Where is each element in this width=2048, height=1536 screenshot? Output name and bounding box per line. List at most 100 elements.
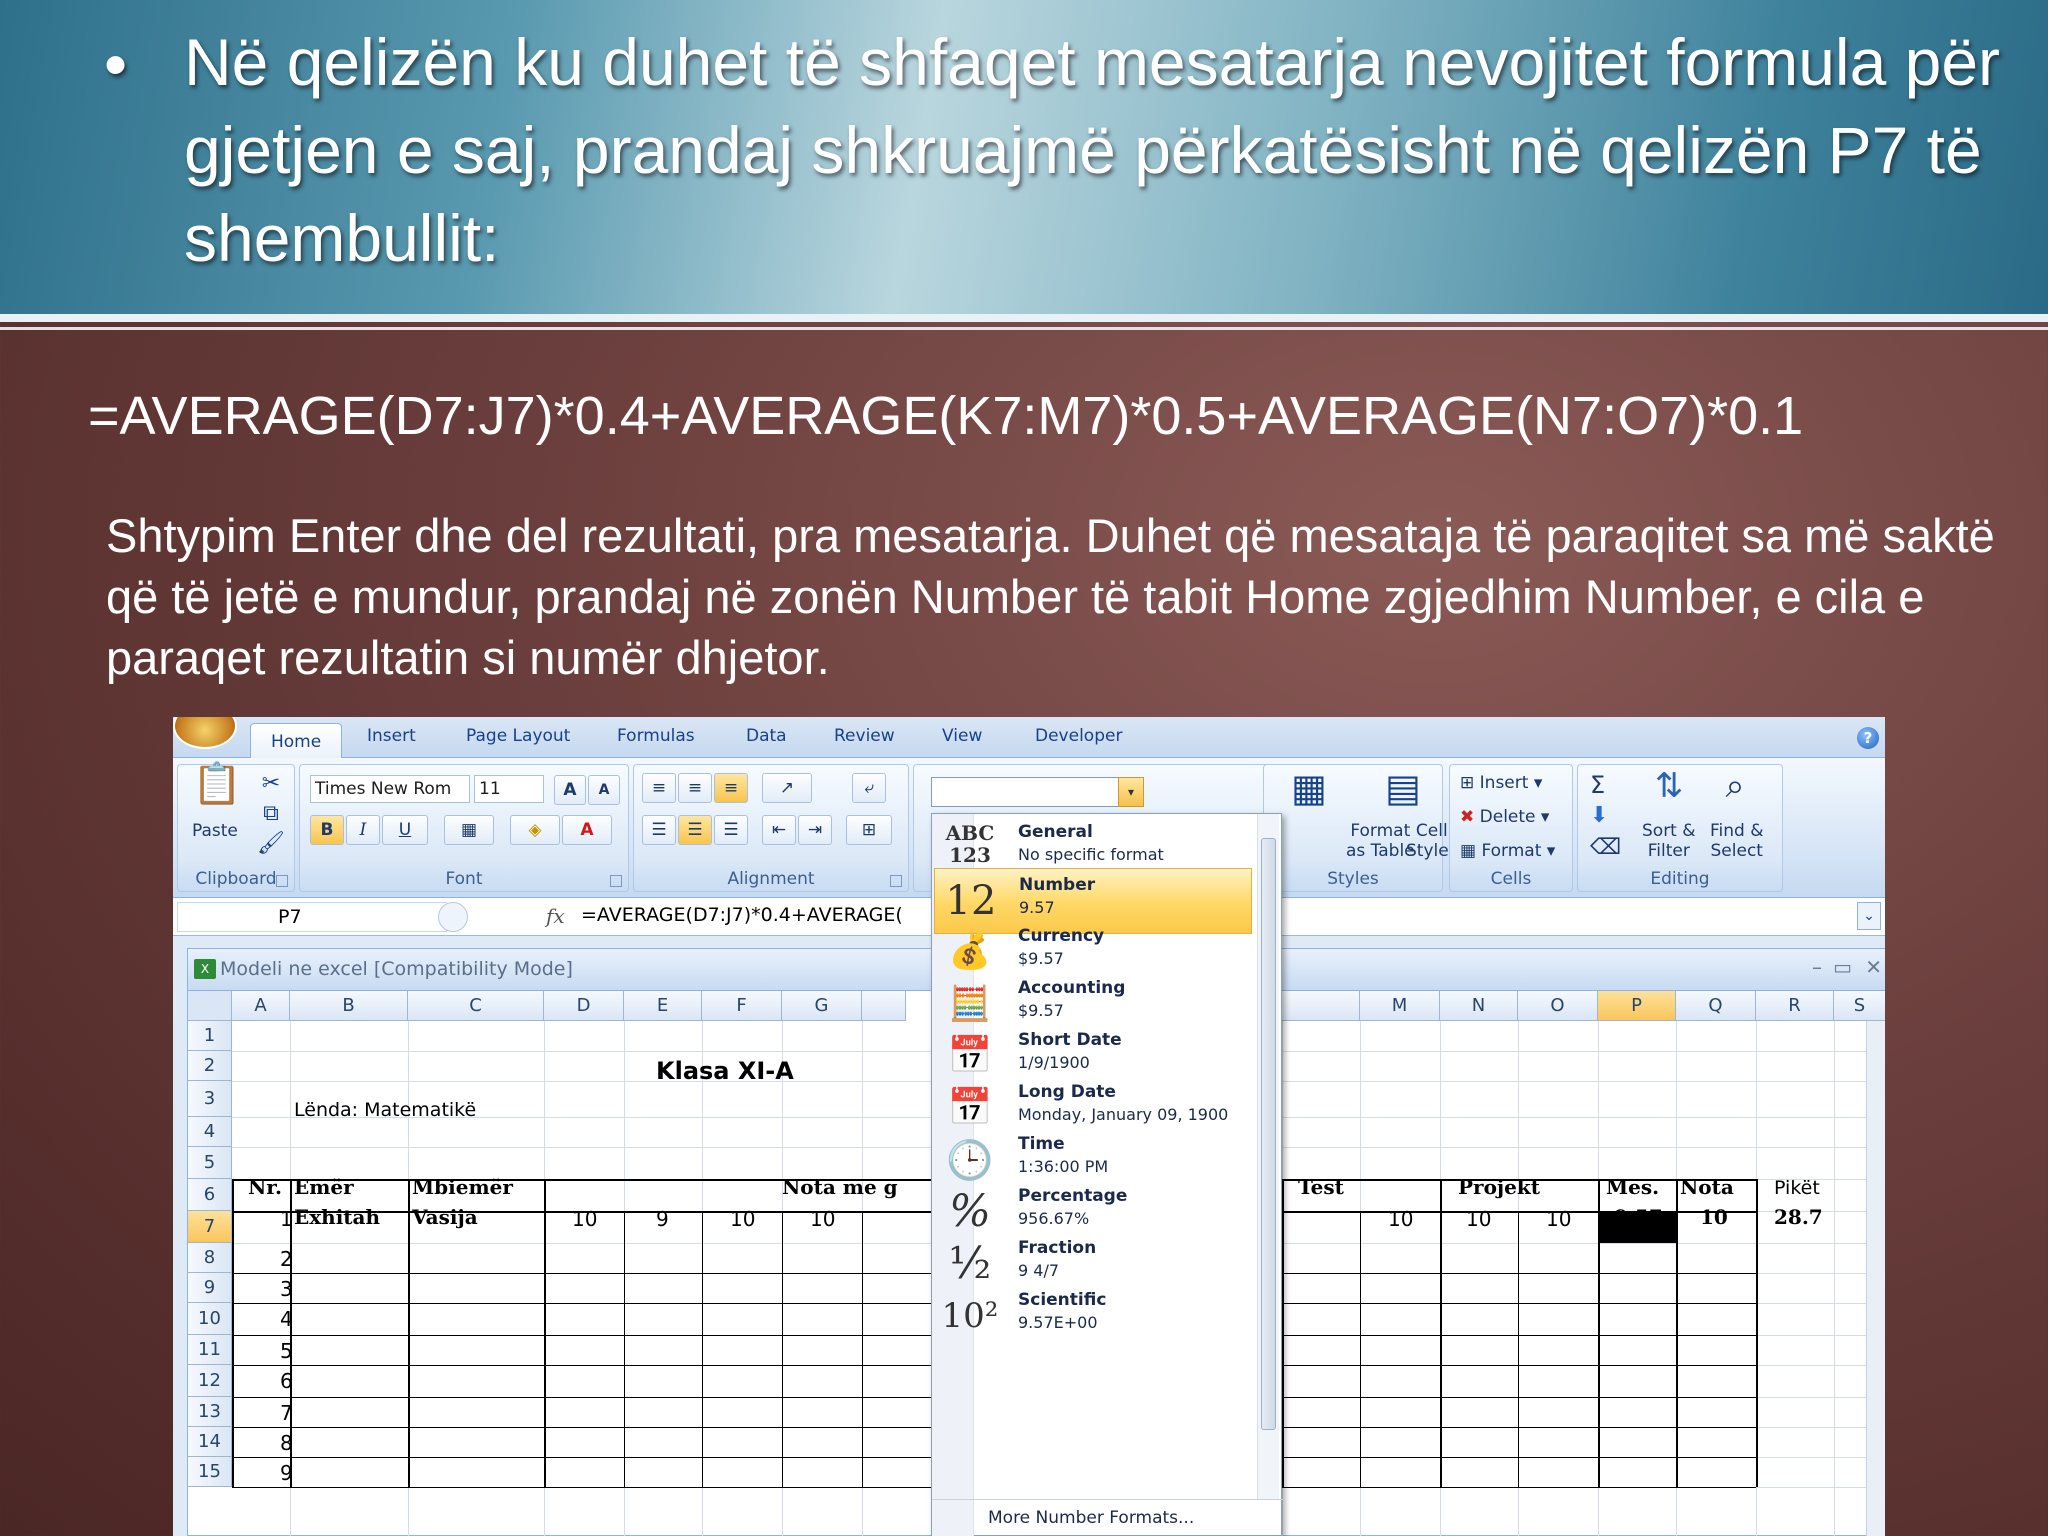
find-select-icon[interactable]: ⌕ [1710,769,1760,815]
row-header-2[interactable]: 2 [188,1051,232,1081]
row-header-12[interactable]: 12 [188,1365,232,1397]
sort-filter-icon[interactable]: ⇅ [1644,769,1694,815]
increase-indent-icon[interactable]: ⇥ [798,815,832,845]
cell-b7[interactable]: Exhitah [294,1205,380,1229]
tab-formulas[interactable]: Formulas [617,726,695,746]
font-launcher-icon[interactable] [610,875,622,887]
grow-font-button[interactable]: A [554,775,586,805]
col-header-m[interactable]: M [1360,991,1440,1021]
row-header-7[interactable]: 7 [188,1211,232,1243]
dropdown-scrollbar[interactable] [1257,814,1279,1499]
tab-insert[interactable]: Insert [367,726,416,746]
number-format-item-scientific[interactable]: 10² Scientific 9.57E+00 [934,1284,1252,1350]
format-as-table-button[interactable]: Format as Table [1346,821,1415,861]
close-icon[interactable]: ✕ [1865,955,1882,979]
row-header-14[interactable]: 14 [188,1427,232,1457]
cell-q7[interactable]: 10 [1700,1205,1728,1229]
cut-icon[interactable]: ✂ [256,769,286,799]
row-header-6[interactable]: 6 [188,1179,232,1211]
align-right-icon[interactable]: ☰ [714,815,748,845]
select-all-corner[interactable] [188,991,232,1021]
col-header-h[interactable] [862,991,906,1021]
row-header-11[interactable]: 11 [188,1335,232,1365]
more-number-formats-link[interactable]: More Number Formats... [988,1508,1194,1528]
insert-function-icon[interactable]: fx [546,904,565,928]
cell-r7[interactable]: 28.7 [1774,1205,1823,1229]
wrap-text-icon[interactable]: ⤶ [852,773,886,803]
col-header-q[interactable]: Q [1676,991,1756,1021]
align-left-icon[interactable]: ☰ [642,815,676,845]
dropdown-scroll-thumb[interactable] [1261,838,1276,1430]
col-header-c[interactable]: C [408,991,544,1021]
orientation-icon[interactable]: ↗ [762,773,812,803]
number-format-combo[interactable] [931,777,1141,807]
col-header-r[interactable]: R [1756,991,1834,1021]
alignment-launcher-icon[interactable] [890,875,902,887]
italic-button[interactable]: I [346,815,380,845]
row-header-9[interactable]: 9 [188,1273,232,1303]
row-header-10[interactable]: 10 [188,1303,232,1335]
decrease-indent-icon[interactable]: ⇤ [762,815,796,845]
expand-formula-bar-icon[interactable]: ⌄ [1857,902,1881,930]
row-header-8[interactable]: 8 [188,1243,232,1273]
align-bottom-icon[interactable]: ≡ [714,773,748,803]
format-painter-icon[interactable]: 🖌 [256,829,286,859]
header-piket[interactable]: Pikët [1774,1177,1820,1199]
col-header-d[interactable]: D [544,991,624,1021]
tab-review[interactable]: Review [834,726,895,746]
format-as-table-icon[interactable]: ▤ [1378,769,1428,817]
restore-icon[interactable]: ▭ [1833,955,1852,979]
row-header-5[interactable]: 5 [188,1147,232,1179]
underline-button[interactable]: U [382,815,428,845]
col-header-l[interactable] [1282,991,1360,1021]
shrink-font-button[interactable]: A [588,775,620,805]
bold-button[interactable]: B [310,815,344,845]
conditional-formatting-icon[interactable]: ▦ [1284,769,1334,817]
sheet-title-cell[interactable]: Klasa XI-A [656,1057,794,1085]
paste-button[interactable]: Paste [192,821,238,841]
col-header-g[interactable]: G [782,991,862,1021]
merge-center-icon[interactable]: ⊞ [846,815,892,845]
minimize-icon[interactable]: – [1812,955,1822,979]
col-header-e[interactable]: E [624,991,702,1021]
align-top-icon[interactable]: ≡ [642,773,676,803]
copy-icon[interactable]: ⧉ [256,799,286,829]
clear-icon[interactable]: ⌫ [1590,835,1621,860]
tab-home[interactable]: Home [250,723,343,759]
fill-color-icon[interactable]: ◈ [510,815,560,845]
font-color-icon[interactable]: A [562,815,612,845]
formula-input[interactable]: =AVERAGE(D7:J7)*0.4+AVERAGE( [581,904,903,926]
clipboard-launcher-icon[interactable] [276,875,288,887]
insert-cells-button[interactable]: ⊞ Insert ▾ [1460,773,1542,793]
help-icon[interactable]: ? [1857,727,1879,749]
row-header-13[interactable]: 13 [188,1397,232,1427]
tab-data[interactable]: Data [746,726,787,746]
tab-page-layout[interactable]: Page Layout [466,726,570,746]
row-header-4[interactable]: 4 [188,1117,232,1147]
cell-c7[interactable]: Vasija [412,1205,478,1229]
format-cells-button[interactable]: ▦ Format ▾ [1460,841,1555,861]
col-header-f[interactable]: F [702,991,782,1021]
number-format-dropdown-arrow-icon[interactable]: ▾ [1118,777,1144,807]
align-middle-icon[interactable]: ≡ [678,773,712,803]
delete-cells-button[interactable]: ✖ Delete ▾ [1460,807,1549,827]
name-box[interactable]: P7 [177,902,447,932]
row-header-3[interactable]: 3 [188,1081,232,1117]
tab-view[interactable]: View [942,726,982,746]
tab-developer[interactable]: Developer [1035,726,1122,746]
align-center-icon[interactable]: ☰ [678,815,712,845]
font-size-combo[interactable]: 11 [474,775,544,803]
sort-filter-button[interactable]: Sort & Filter [1642,821,1696,861]
font-name-combo[interactable]: Times New Rom [310,775,470,803]
autosum-icon[interactable]: Σ [1590,771,1605,799]
col-header-b[interactable]: B [290,991,408,1021]
col-header-p[interactable]: P [1598,991,1676,1021]
borders-icon[interactable]: ▦ [444,815,494,845]
find-select-button[interactable]: Find & Select [1710,821,1764,861]
col-header-a[interactable]: A [232,991,290,1021]
subject-cell[interactable]: Lënda: Matematikë [294,1099,476,1121]
vertical-scrollbar[interactable] [1866,1021,1885,1536]
row-header-15[interactable]: 15 [188,1457,232,1487]
col-header-s[interactable]: S [1834,991,1885,1021]
row-header-1[interactable]: 1 [188,1021,232,1051]
